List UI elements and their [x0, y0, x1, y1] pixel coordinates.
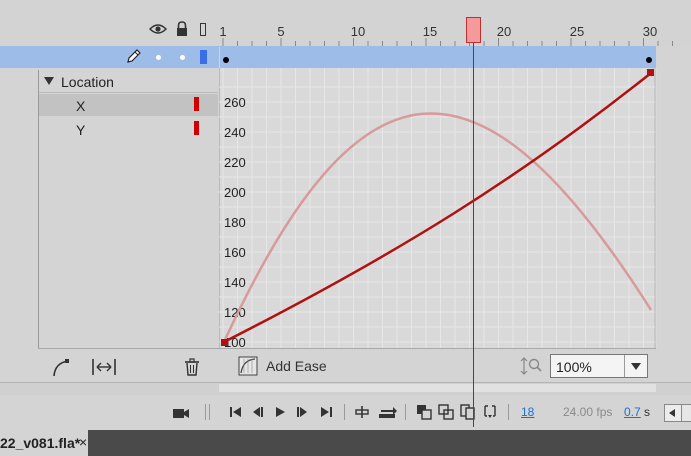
close-icon[interactable]: ×: [79, 434, 87, 450]
property-group-label: Location: [61, 74, 114, 90]
layer-frames-track[interactable]: [220, 46, 656, 68]
go-first-icon[interactable]: [228, 403, 244, 421]
curve-color-swatch[interactable]: [194, 97, 199, 111]
chevron-down-icon[interactable]: [631, 363, 641, 370]
separator: [405, 404, 406, 420]
trash-icon[interactable]: [184, 358, 200, 376]
go-last-icon[interactable]: [318, 403, 334, 421]
frames-track-end: [656, 46, 691, 68]
elapsed-unit: s: [644, 405, 651, 419]
zoom-value: 100%: [556, 359, 592, 375]
separator: [205, 404, 206, 420]
motion-graph[interactable]: 260240220200180160140120100: [219, 68, 657, 348]
collapse-triangle-icon[interactable]: [44, 77, 54, 85]
document-tab-title: 22_v081.fla*: [0, 435, 81, 451]
pencil-icon[interactable]: [126, 48, 142, 64]
ruler-label: 5: [277, 24, 284, 39]
scroll-left-button[interactable]: [664, 404, 682, 422]
start-keyframe[interactable]: [223, 57, 229, 63]
y-tick-label: 160: [224, 245, 246, 260]
layer-row[interactable]: [0, 46, 219, 68]
y-tick-label: 180: [224, 215, 246, 230]
y-tick-label: 260: [224, 95, 246, 110]
property-row-x[interactable]: X: [39, 94, 218, 116]
y-tick-label: 140: [224, 275, 246, 290]
step-forward-icon[interactable]: [294, 403, 310, 421]
elapsed-value[interactable]: 0.7: [624, 405, 641, 419]
outline-icon[interactable]: [200, 23, 206, 36]
scroll-left-icon: [669, 409, 675, 417]
loop-icon[interactable]: [378, 403, 398, 421]
play-icon[interactable]: [272, 403, 288, 421]
ruler-label: 20: [497, 24, 511, 39]
lock-icon[interactable]: [175, 21, 189, 37]
separator: [508, 404, 509, 420]
separator: [344, 404, 345, 420]
lock-dot[interactable]: [180, 55, 185, 60]
zoom-divider: [624, 355, 625, 377]
zoom-select[interactable]: 100%: [550, 354, 648, 378]
eye-icon[interactable]: [148, 22, 168, 36]
center-frame-icon[interactable]: [354, 403, 370, 421]
end-keyframe[interactable]: [646, 57, 652, 63]
fit-width-icon[interactable]: [91, 357, 117, 377]
playhead-line: [473, 42, 474, 427]
camera-icon[interactable]: [172, 406, 190, 420]
property-row-y[interactable]: Y: [39, 118, 218, 140]
elapsed-time[interactable]: 0.7 s: [624, 405, 650, 419]
ease-curve-icon[interactable]: [51, 357, 71, 377]
ruler-label: 10: [351, 24, 365, 39]
add-ease-button[interactable]: Add Ease: [266, 358, 327, 374]
ruler-label: 1: [219, 24, 226, 39]
curve-keyframe-start: [221, 339, 228, 346]
ruler-label: 30: [643, 24, 657, 39]
separator: [209, 404, 210, 420]
ruler-label: 15: [423, 24, 437, 39]
graph-scroll-track[interactable]: [219, 384, 656, 392]
curve-color-swatch[interactable]: [194, 121, 199, 135]
layer-outline-swatch[interactable]: [200, 50, 207, 64]
current-frame-value[interactable]: 18: [521, 405, 534, 419]
property-label: Y: [76, 122, 86, 138]
curve-keyframe-end: [647, 69, 654, 76]
step-back-icon[interactable]: [250, 403, 266, 421]
add-ease-icon[interactable]: [238, 356, 258, 376]
marker-icon[interactable]: [482, 403, 498, 421]
scroll-track[interactable]: [682, 404, 691, 422]
fps-value[interactable]: 24.00 fps: [563, 405, 612, 419]
onion-skin-icon[interactable]: [416, 403, 432, 421]
document-tab-bar: [0, 430, 691, 456]
property-group-header[interactable]: Location: [39, 72, 218, 93]
document-tab[interactable]: 22_v081.fla* ×: [0, 430, 88, 456]
frame-ruler[interactable]: 1 5 10 15 20 25 30: [219, 14, 691, 46]
property-label: X: [76, 98, 86, 114]
visibility-dot[interactable]: [156, 55, 161, 60]
y-tick-label: 240: [224, 125, 246, 140]
ruler-label: 25: [570, 24, 584, 39]
onion-outline-icon[interactable]: [438, 403, 454, 421]
vertical-zoom-icon[interactable]: [520, 356, 542, 376]
y-tick-label: 220: [224, 155, 246, 170]
y-tick-label: 200: [224, 185, 246, 200]
playhead-handle[interactable]: [466, 17, 481, 43]
